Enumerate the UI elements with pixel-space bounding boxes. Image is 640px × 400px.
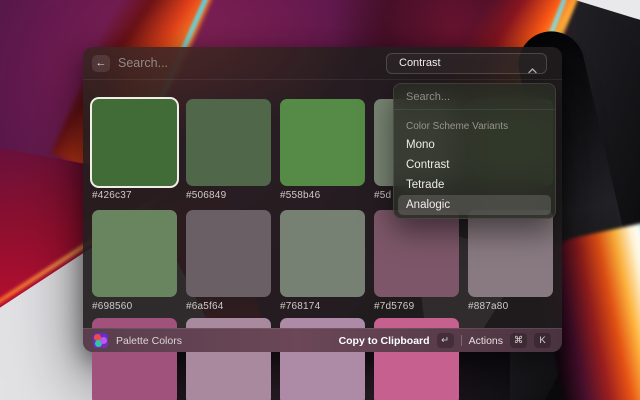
cmd-key-icon: ⌘ <box>510 333 527 348</box>
swatch-hex-label: #768174 <box>280 301 365 312</box>
swatch-cell[interactable]: #558b46 <box>280 99 365 201</box>
footer-bar: Palette Colors Copy to Clipboard ↵ Actio… <box>83 328 562 352</box>
swatch-hex-label: #887a80 <box>468 301 553 312</box>
swatch[interactable] <box>374 210 459 297</box>
swatch-cell[interactable]: #768174 <box>280 210 365 312</box>
panel-item-analogic[interactable]: Analogic <box>398 195 551 215</box>
swatch-hex-label: #558b46 <box>280 190 365 201</box>
header-bar: ← Search... Contrast <box>83 47 562 80</box>
swatch-hex-label: #426c37 <box>92 190 177 201</box>
actions-button[interactable]: Actions <box>469 335 503 347</box>
palette-window: ← Search... Contrast #426c37 #506849 #558b… <box>83 47 562 352</box>
swatch-cell[interactable]: #887a80 <box>468 210 553 312</box>
back-button[interactable]: ← <box>92 55 110 72</box>
search-input[interactable]: Search... <box>118 47 168 80</box>
panel-item-contrast[interactable]: Contrast <box>398 155 551 175</box>
swatch[interactable] <box>186 210 271 297</box>
footer-actions: Copy to Clipboard ↵ Actions ⌘ K <box>339 333 562 348</box>
swatch[interactable] <box>280 210 365 297</box>
swatch-cell[interactable]: #506849 <box>186 99 271 201</box>
swatch-row-2: #698560 #6a5f64 #768174 #7d5769 #887a80 <box>92 210 553 312</box>
swatch[interactable] <box>92 210 177 297</box>
swatch[interactable] <box>468 210 553 297</box>
footer-divider <box>461 335 462 346</box>
k-key-icon: K <box>534 333 551 348</box>
swatch-cell[interactable]: #7d5769 <box>374 210 459 312</box>
app-name-label: Palette Colors <box>116 335 182 347</box>
scheme-dropdown-value: Contrast <box>399 54 441 73</box>
icon-dot-violet <box>100 337 107 344</box>
panel-search-input[interactable]: Search... <box>394 84 555 110</box>
swatch[interactable] <box>186 99 271 186</box>
panel-section-title: Color Scheme Variants <box>406 119 555 135</box>
swatch[interactable] <box>280 99 365 186</box>
return-key-icon: ↵ <box>437 333 454 348</box>
swatch-hex-label: #7d5769 <box>374 301 459 312</box>
panel-item-list: MonoContrastTetradeAnalogic <box>394 135 555 215</box>
swatch-cell[interactable]: #426c37 <box>92 99 177 201</box>
screen: ← Search... Contrast #426c37 #506849 #558b… <box>0 0 640 400</box>
swatch-hex-label: #506849 <box>186 190 271 201</box>
panel-item-tetrade[interactable]: Tetrade <box>398 175 551 195</box>
scheme-dropdown-button[interactable]: Contrast <box>386 53 547 74</box>
swatch-selected[interactable] <box>92 99 177 186</box>
chevron-up-icon <box>528 61 537 79</box>
palette-colors-app-icon <box>93 333 108 348</box>
swatch-hex-label: #6a5f64 <box>186 301 271 312</box>
swatch-hex-label: #698560 <box>92 301 177 312</box>
swatch-cell[interactable]: #698560 <box>92 210 177 312</box>
scheme-dropdown-panel: Search... Color Scheme Variants MonoCont… <box>393 83 556 219</box>
swatch-cell[interactable]: #6a5f64 <box>186 210 271 312</box>
panel-item-mono[interactable]: Mono <box>398 135 551 155</box>
copy-to-clipboard-button[interactable]: Copy to Clipboard <box>339 335 430 347</box>
